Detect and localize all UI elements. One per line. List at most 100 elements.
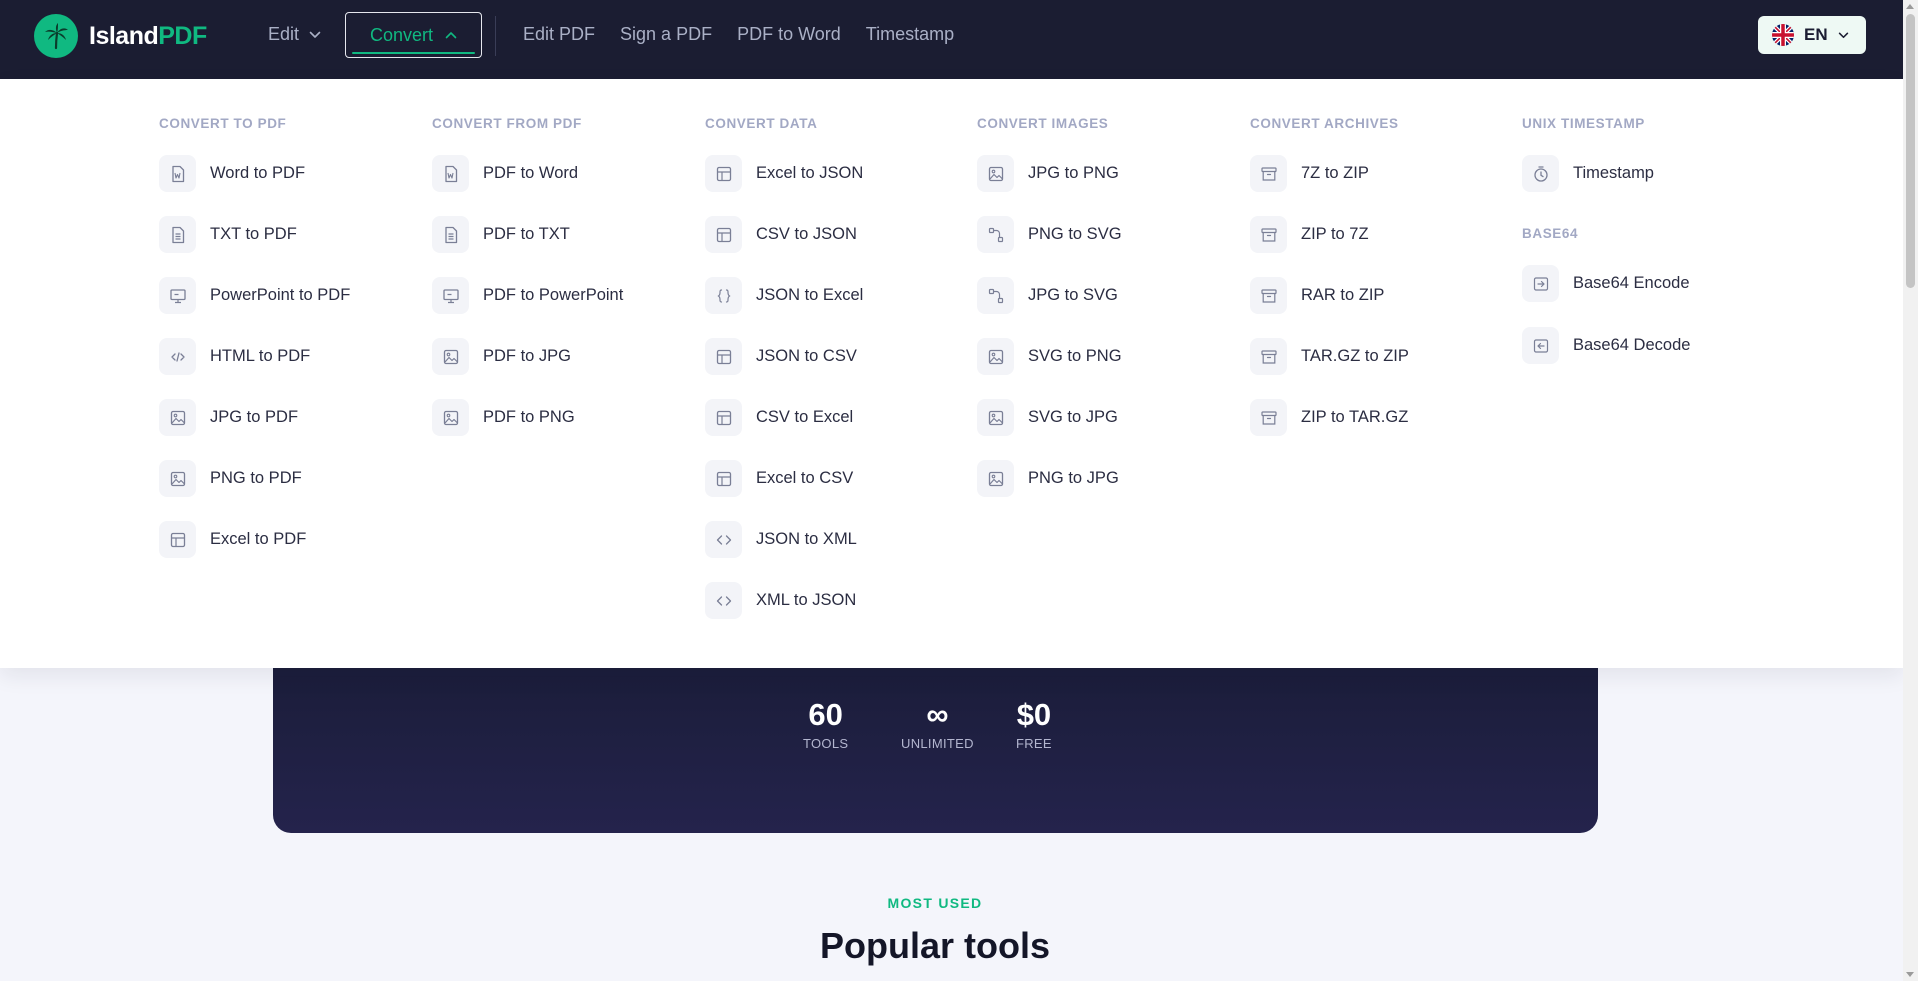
table-icon (159, 521, 196, 558)
menu-item-csv-to-json[interactable]: CSV to JSON (705, 216, 857, 253)
menu-item-pdf-to-powerpoint[interactable]: PDF to PowerPoint (432, 277, 623, 314)
menu-item-label: RAR to ZIP (1301, 286, 1385, 304)
top-navbar: IslandPDF Edit Convert Edit PDF Sign a P… (0, 0, 1903, 79)
menu-item-label: CSV to Excel (756, 408, 854, 426)
menu-item-label: SVG to PNG (1028, 347, 1122, 365)
scrollbar-thumb[interactable] (1906, 14, 1915, 288)
menu-item-label: PDF to TXT (483, 225, 570, 243)
nav-link-pdf-to-word[interactable]: PDF to Word (737, 24, 841, 45)
menu-item-label: PNG to PDF (210, 469, 302, 487)
menu-item-txt-to-pdf[interactable]: TXT to PDF (159, 216, 297, 253)
language-selector[interactable]: EN (1758, 16, 1866, 54)
menu-item-json-to-xml[interactable]: JSON to XML (705, 521, 857, 558)
menu-item-label: ZIP to 7Z (1301, 225, 1369, 243)
menu-item-label: PDF to Word (483, 164, 579, 182)
scroll-up-arrow-icon[interactable] (1906, 4, 1914, 9)
menu-item-label: JSON to CSV (756, 347, 857, 365)
image-icon (432, 399, 469, 436)
menu-item-png-to-jpg[interactable]: PNG to JPG (977, 460, 1119, 497)
code-icon (159, 338, 196, 375)
image-icon (977, 399, 1014, 436)
menu-item-label: TXT to PDF (210, 225, 297, 243)
uk-flag-icon (1772, 24, 1794, 46)
menu-item-powerpoint-to-pdf[interactable]: PowerPoint to PDF (159, 277, 350, 314)
menu-item-label: JPG to SVG (1028, 286, 1118, 304)
menu-heading-unix-timestamp: UNIX TIMESTAMP (1522, 116, 1645, 131)
menu-heading-base64: BASE64 (1522, 226, 1579, 241)
menu-item-excel-to-csv[interactable]: Excel to CSV (705, 460, 853, 497)
word-file-icon (159, 155, 196, 192)
logo[interactable]: IslandPDF (34, 14, 207, 58)
menu-item-excel-to-pdf[interactable]: Excel to PDF (159, 521, 306, 558)
menu-item-word-to-pdf[interactable]: Word to PDF (159, 155, 305, 192)
chevron-down-icon (309, 31, 321, 38)
menu-item-label: PDF to PowerPoint (483, 286, 624, 304)
menu-item-label: HTML to PDF (210, 347, 311, 365)
nav-convert-dropdown[interactable]: Convert (345, 12, 482, 58)
menu-heading-convert-data: CONVERT DATA (705, 116, 818, 131)
menu-item-label: Excel to PDF (210, 530, 307, 548)
menu-item-label: JSON to Excel (756, 286, 864, 304)
menu-item-base64-encode[interactable]: Base64 Encode (1522, 265, 1690, 302)
nav-link-sign-pdf[interactable]: Sign a PDF (620, 24, 712, 45)
menu-item-json-to-csv[interactable]: JSON to CSV (705, 338, 857, 375)
stat-value: ∞ (926, 697, 949, 732)
menu-item-svg-to-jpg[interactable]: SVG to JPG (977, 399, 1118, 436)
stat-value: 60 (808, 697, 843, 732)
menu-heading-convert-from-pdf: CONVERT FROM PDF (432, 116, 582, 131)
menu-item-png-to-pdf[interactable]: PNG to PDF (159, 460, 302, 497)
nav-link-timestamp[interactable]: Timestamp (866, 24, 954, 45)
menu-item-targz-to-zip[interactable]: TAR.GZ to ZIP (1250, 338, 1409, 375)
menu-item-timestamp[interactable]: Timestamp (1522, 155, 1654, 192)
image-icon (432, 338, 469, 375)
presentation-icon (159, 277, 196, 314)
menu-item-jpg-to-pdf[interactable]: JPG to PDF (159, 399, 298, 436)
page-scrollbar[interactable] (1903, 0, 1918, 981)
menu-item-label: ZIP to TAR.GZ (1301, 408, 1409, 426)
menu-item-label: Base64 Decode (1573, 336, 1691, 354)
nav-divider (495, 16, 496, 56)
image-icon (159, 399, 196, 436)
menu-heading-convert-to-pdf: CONVERT TO PDF (159, 116, 287, 131)
text-file-icon (432, 216, 469, 253)
menu-item-json-to-excel[interactable]: JSON to Excel (705, 277, 863, 314)
nav-link-edit-pdf[interactable]: Edit PDF (523, 24, 595, 45)
menu-item-pdf-to-png[interactable]: PDF to PNG (432, 399, 575, 436)
menu-item-label: Timestamp (1573, 164, 1654, 182)
menu-item-rar-to-zip[interactable]: RAR to ZIP (1250, 277, 1384, 314)
menu-item-xml-to-json[interactable]: XML to JSON (705, 582, 856, 619)
scroll-down-arrow-icon[interactable] (1906, 972, 1914, 977)
archive-box-icon (1250, 155, 1287, 192)
brand-name: IslandPDF (89, 22, 207, 51)
menu-item-base64-decode[interactable]: Base64 Decode (1522, 327, 1690, 364)
stopwatch-icon (1522, 155, 1559, 192)
menu-item-label: PDF to JPG (483, 347, 572, 365)
menu-item-pdf-to-jpg[interactable]: PDF to JPG (432, 338, 571, 375)
menu-item-pdf-to-word[interactable]: PDF to Word (432, 155, 578, 192)
stat-tools: 60 TOOLS (803, 697, 848, 751)
menu-item-label: PNG to SVG (1028, 225, 1122, 243)
menu-item-excel-to-json[interactable]: Excel to JSON (705, 155, 863, 192)
vector-path-icon (977, 216, 1014, 253)
menu-item-7z-to-zip[interactable]: 7Z to ZIP (1250, 155, 1369, 192)
stat-value: $0 (1016, 697, 1052, 732)
image-icon (977, 338, 1014, 375)
menu-item-label: JPG to PDF (210, 408, 299, 426)
section-kicker: MOST USED (887, 895, 983, 911)
menu-item-zip-to-7z[interactable]: ZIP to 7Z (1250, 216, 1369, 253)
menu-item-jpg-to-svg[interactable]: JPG to SVG (977, 277, 1118, 314)
section-title: Popular tools (819, 925, 1050, 966)
menu-item-label: SVG to JPG (1028, 408, 1118, 426)
nav-edit-dropdown[interactable]: Edit (268, 24, 321, 45)
convert-mega-menu: CONVERT TO PDF Word to PDF TXT to PDF Po… (0, 79, 1903, 668)
menu-item-pdf-to-txt[interactable]: PDF to TXT (432, 216, 570, 253)
hero-banner: 60 TOOLS ∞ UNLIMITED $0 FREE (273, 668, 1598, 833)
menu-item-jpg-to-png[interactable]: JPG to PNG (977, 155, 1119, 192)
menu-item-html-to-pdf[interactable]: HTML to PDF (159, 338, 310, 375)
menu-item-zip-to-targz[interactable]: ZIP to TAR.GZ (1250, 399, 1408, 436)
menu-item-png-to-svg[interactable]: PNG to SVG (977, 216, 1122, 253)
menu-item-csv-to-excel[interactable]: CSV to Excel (705, 399, 853, 436)
palm-tree-icon (34, 14, 78, 58)
menu-item-svg-to-png[interactable]: SVG to PNG (977, 338, 1122, 375)
menu-item-label: PowerPoint to PDF (210, 286, 351, 304)
